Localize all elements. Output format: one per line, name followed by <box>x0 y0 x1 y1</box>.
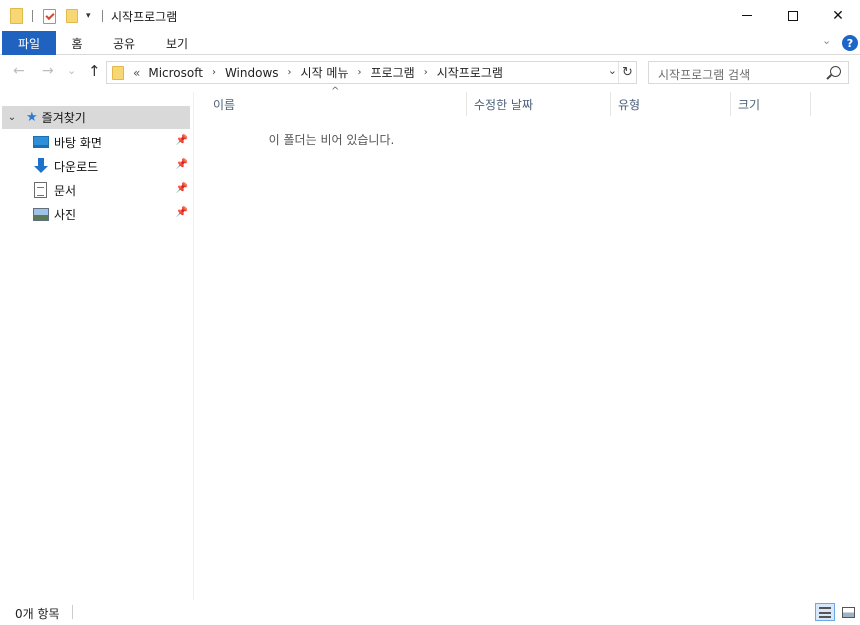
breadcrumb-programs[interactable]: 프로그램 <box>371 64 415 81</box>
refresh-button[interactable]: ↻ <box>618 62 636 83</box>
recent-locations-button[interactable]: ⌄ <box>67 64 76 77</box>
up-button[interactable]: ↑ <box>88 62 101 80</box>
column-divider[interactable] <box>730 92 731 116</box>
breadcrumb-arrow[interactable]: › <box>424 67 428 78</box>
sidebar-item-documents[interactable]: 문서 📌 <box>33 180 190 200</box>
details-view-icon <box>819 606 831 618</box>
column-label: 수정한 날짜 <box>474 97 534 112</box>
search-placeholder: 시작프로그램 검색 <box>658 68 751 82</box>
status-bar: 0개 항목 <box>0 600 860 625</box>
properties-icon[interactable] <box>43 7 56 25</box>
tab-file[interactable]: 파일 <box>2 31 56 55</box>
pin-icon[interactable]: 📌 <box>176 183 188 194</box>
breadcrumb-arrow[interactable]: › <box>288 67 292 78</box>
status-separator <box>72 605 73 619</box>
sidebar-item-downloads[interactable]: 다운로드 📌 <box>33 156 190 176</box>
navigation-pane: ⌄ ★ 즐겨찾기 바탕 화면 📌 다운로드 📌 문서 📌 사진 📌 <box>0 92 194 600</box>
column-header-size[interactable]: 크기 <box>738 92 810 116</box>
sidebar-item-label: 문서 <box>54 183 77 198</box>
close-icon: ✕ <box>832 7 844 24</box>
large-icons-view-button[interactable] <box>838 603 858 621</box>
breadcrumb-arrow[interactable]: › <box>358 67 362 78</box>
pictures-icon <box>33 207 49 221</box>
search-input[interactable]: 시작프로그램 검색 <box>648 61 849 84</box>
title-separator <box>102 7 103 25</box>
search-icon[interactable] <box>830 66 841 77</box>
pin-icon[interactable]: 📌 <box>176 207 188 218</box>
maximize-icon <box>788 10 798 21</box>
column-label: 크기 <box>738 97 761 112</box>
column-divider[interactable] <box>466 92 467 116</box>
maximize-button[interactable] <box>770 0 816 31</box>
breadcrumb-arrow[interactable]: › <box>212 67 216 78</box>
chevron-down-icon[interactable]: ⌄ <box>3 112 21 123</box>
column-header-name[interactable]: 이름 <box>213 92 466 116</box>
title-bar: ▾ 시작프로그램 ✕ <box>0 0 860 31</box>
column-divider[interactable] <box>810 92 811 116</box>
address-dropdown-icon[interactable]: ⌄ <box>608 64 617 77</box>
pin-icon[interactable]: 📌 <box>176 159 188 170</box>
window-title: 시작프로그램 <box>111 10 178 24</box>
help-icon: ? <box>842 35 858 51</box>
address-folder-icon <box>112 65 124 80</box>
tab-home[interactable]: 홈 <box>60 31 94 55</box>
help-button[interactable]: ? <box>842 35 858 51</box>
details-view-button[interactable] <box>815 603 835 621</box>
breadcrumb-microsoft[interactable]: Microsoft <box>148 66 203 80</box>
item-count: 0개 항목 <box>15 607 60 621</box>
qat-separator <box>32 7 33 25</box>
column-header-date-modified[interactable]: 수정한 날짜 <box>474 92 610 116</box>
column-label: 유형 <box>618 97 641 112</box>
sidebar-item-pictures[interactable]: 사진 📌 <box>33 204 190 224</box>
breadcrumb-overflow[interactable]: « <box>133 66 140 80</box>
minimize-button[interactable] <box>724 0 770 31</box>
address-bar[interactable]: « Microsoft › Windows › 시작 메뉴 › 프로그램 › 시… <box>106 61 637 84</box>
tab-share[interactable]: 공유 <box>104 31 144 55</box>
ribbon-tabs: 파일 홈 공유 보기 ⌄ ? <box>0 31 860 55</box>
folder-icon <box>10 7 23 25</box>
tab-view[interactable]: 보기 <box>157 31 197 55</box>
sidebar-item-quick-access[interactable]: ⌄ ★ 즐겨찾기 <box>2 106 190 129</box>
file-list[interactable]: 이 폴더는 비어 있습니다. <box>0 131 860 148</box>
forward-button[interactable]: → <box>42 63 54 79</box>
documents-icon <box>34 182 47 198</box>
breadcrumb-startup[interactable]: 시작프로그램 <box>437 64 503 81</box>
minimize-icon <box>742 15 752 16</box>
back-button[interactable]: ← <box>13 63 25 79</box>
empty-folder-message: 이 폴더는 비어 있습니다. <box>268 133 395 147</box>
sidebar-item-label: 즐겨찾기 <box>41 111 86 125</box>
column-label: 이름 <box>213 97 236 112</box>
close-button[interactable]: ✕ <box>815 0 860 31</box>
breadcrumb-start-menu[interactable]: 시작 메뉴 <box>301 64 349 81</box>
column-header-type[interactable]: 유형 <box>618 92 730 116</box>
column-divider[interactable] <box>610 92 611 116</box>
breadcrumb-windows[interactable]: Windows <box>225 66 279 80</box>
large-icons-view-icon <box>841 606 855 618</box>
sidebar-item-label: 다운로드 <box>54 159 99 174</box>
star-icon: ★ <box>26 110 38 125</box>
customize-dropdown-icon[interactable]: ▾ <box>86 7 91 25</box>
download-icon <box>33 158 49 174</box>
expand-ribbon-icon[interactable]: ⌄ <box>822 34 831 47</box>
sidebar-item-label: 사진 <box>54 207 77 222</box>
new-folder-icon[interactable] <box>66 7 78 25</box>
